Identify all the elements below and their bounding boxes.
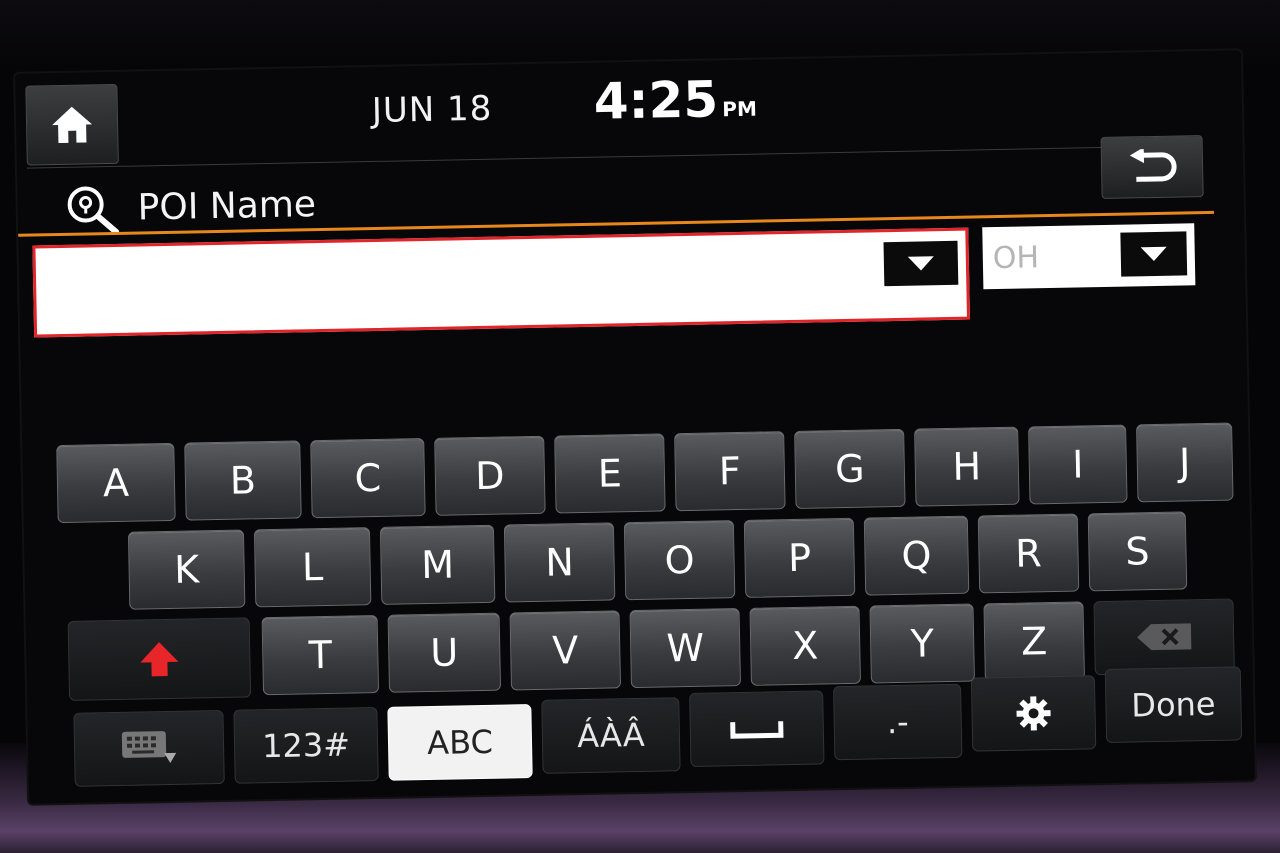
key-n[interactable]: N (503, 522, 616, 603)
numbers-symbols-button[interactable]: 123# (233, 706, 379, 784)
clock-time: 4:25 (593, 70, 719, 131)
settings-button[interactable] (970, 675, 1097, 752)
key-g[interactable]: G (794, 428, 906, 509)
backspace-icon (1137, 623, 1192, 651)
key-d[interactable]: D (434, 435, 546, 516)
key-v[interactable]: V (509, 610, 622, 691)
punctuation-button[interactable]: .- (833, 683, 963, 761)
key-q[interactable]: Q (863, 515, 970, 596)
keyboard-hide-button[interactable] (73, 709, 225, 787)
key-l[interactable]: L (253, 527, 372, 608)
state-value: OH (992, 240, 1040, 277)
key-p[interactable]: P (743, 517, 856, 598)
screen-title: POI Name (63, 178, 316, 235)
space-icon (730, 721, 784, 739)
key-c[interactable]: C (310, 438, 426, 519)
back-arrow-icon (1129, 148, 1177, 182)
state-select[interactable]: OH (982, 223, 1196, 290)
key-r[interactable]: R (977, 513, 1080, 594)
back-button[interactable] (1100, 135, 1204, 199)
dropdown-arrow-icon (907, 256, 935, 271)
home-icon (52, 106, 93, 144)
poi-name-input[interactable] (32, 227, 970, 338)
key-b[interactable]: B (184, 440, 302, 521)
space-button[interactable] (689, 690, 825, 767)
page-title: POI Name (137, 183, 317, 229)
key-h[interactable]: H (914, 426, 1020, 507)
key-e[interactable]: E (554, 433, 666, 514)
key-m[interactable]: M (379, 524, 496, 605)
poi-search-icon (67, 186, 120, 235)
key-o[interactable]: O (623, 520, 736, 601)
history-dropdown-button[interactable] (883, 240, 959, 287)
date-display: JUN 18 (371, 88, 493, 131)
header-divider (26, 145, 1203, 169)
state-dropdown-button[interactable] (1120, 231, 1188, 277)
key-z[interactable]: Z (983, 601, 1085, 682)
backspace-button[interactable] (1093, 598, 1235, 676)
key-a[interactable]: A (56, 442, 176, 524)
shift-button[interactable] (67, 617, 252, 701)
key-x[interactable]: X (749, 605, 861, 686)
key-u[interactable]: U (387, 612, 502, 693)
clock-display: 4:25 PM (593, 70, 758, 131)
gear-icon (1016, 696, 1051, 731)
home-button[interactable] (25, 83, 119, 166)
key-f[interactable]: F (674, 431, 786, 512)
accented-chars-button[interactable]: ÁÀÂ (541, 697, 681, 774)
key-y[interactable]: Y (869, 603, 975, 684)
key-k[interactable]: K (127, 529, 246, 610)
key-i[interactable]: I (1028, 424, 1128, 505)
key-t[interactable]: T (261, 614, 380, 696)
done-button[interactable]: Done (1104, 666, 1243, 744)
keyboard-hide-icon (121, 731, 177, 763)
clock-ampm: PM (722, 96, 758, 122)
key-s[interactable]: S (1087, 511, 1188, 592)
key-j[interactable]: J (1136, 422, 1234, 503)
shift-arrow-icon (140, 642, 179, 677)
infotainment-screen: JUN 18 4:25 PM POI Name OH A B C D E F G… (15, 50, 1255, 804)
key-w[interactable]: W (629, 608, 741, 689)
abc-mode-button[interactable]: ABC (387, 704, 533, 781)
dropdown-arrow-icon (1140, 246, 1167, 262)
